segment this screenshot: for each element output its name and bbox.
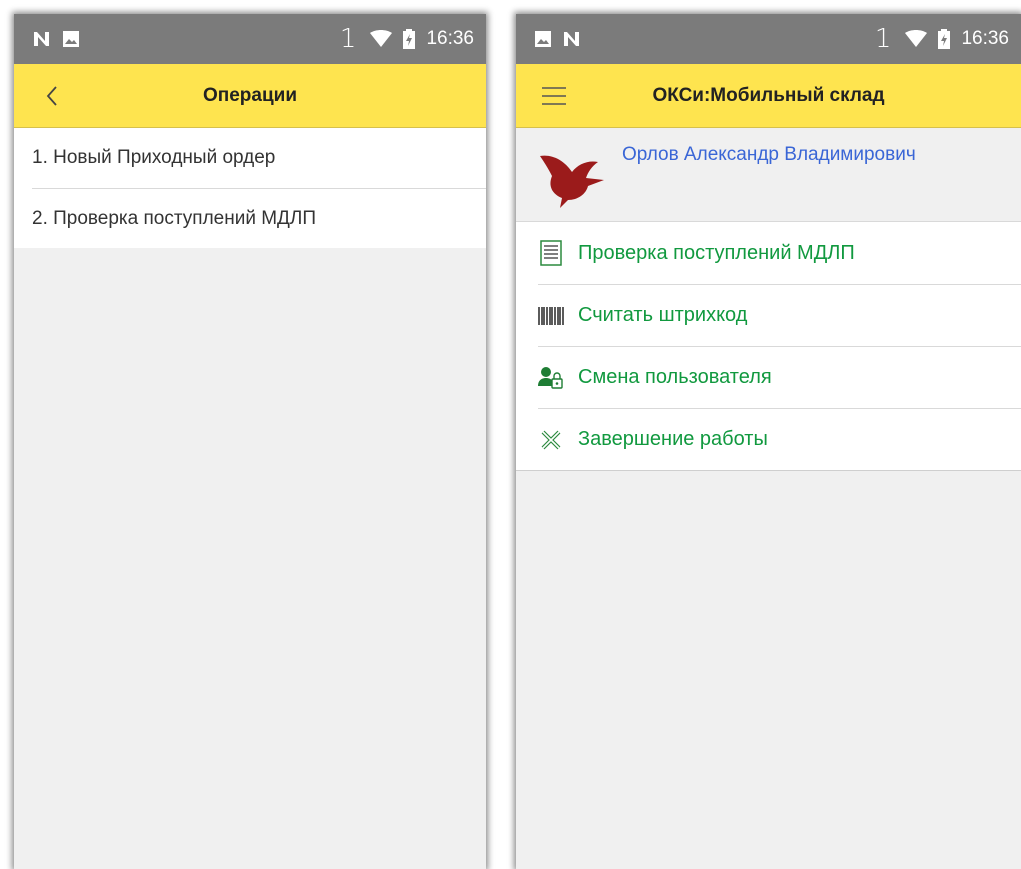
battery-icon xyxy=(938,29,951,49)
n-notification-icon xyxy=(564,32,579,46)
menu-item-check-mdlp[interactable]: Проверка поступлений МДЛП xyxy=(538,222,1021,284)
n-notification-icon xyxy=(34,32,49,46)
app-bar: Операции xyxy=(14,64,486,128)
menu-item-exit[interactable]: Завершение работы xyxy=(538,408,1021,470)
page-title: Операции xyxy=(202,84,298,106)
main-menu-screen: 1 16:36 ОКСи:Мобильный склад Орлов Алекс… xyxy=(516,14,1021,869)
list-item-new-receipt-order[interactable]: 1. Новый Приходный ордер xyxy=(32,128,486,188)
list-item-check-mdlp[interactable]: 2. Проверка поступлений МДЛП xyxy=(32,188,486,248)
menu-item-label: Проверка поступлений МДЛП xyxy=(578,241,855,264)
signal-number: 1 xyxy=(339,24,357,54)
menu-item-label: Считать штрихкод xyxy=(578,304,748,326)
status-bar: 1 16:36 xyxy=(516,14,1021,64)
bird-logo-icon xyxy=(540,155,604,208)
app-bar: ОКСи:Мобильный склад xyxy=(516,64,1021,128)
wifi-icon xyxy=(905,30,928,47)
close-icon xyxy=(538,427,564,453)
menu-item-scan-barcode[interactable]: Считать штрихкод xyxy=(538,284,1021,346)
menu-item-label: Смена пользователя xyxy=(578,366,772,388)
wifi-icon xyxy=(370,30,393,47)
status-bar: 1 16:36 xyxy=(14,14,486,64)
document-icon xyxy=(538,240,564,266)
battery-icon xyxy=(403,29,416,49)
image-notification-icon xyxy=(535,31,551,47)
main-menu: Проверка поступлений МДЛП Считать штрихк… xyxy=(516,222,1021,471)
menu-item-label: Завершение работы xyxy=(578,428,768,450)
page-title: ОКСи:Мобильный склад xyxy=(652,84,885,106)
menu-item-change-user[interactable]: Смена пользователя xyxy=(538,346,1021,408)
operations-screen: 1 16:36 Операции 1. Новый Приходный орде… xyxy=(14,14,486,869)
user-name[interactable]: Орлов Александр Владимирович xyxy=(622,144,916,166)
status-time: 16:36 xyxy=(426,28,474,49)
image-notification-icon xyxy=(63,31,79,47)
barcode-icon xyxy=(538,303,564,329)
status-time: 16:36 xyxy=(961,28,1009,49)
signal-number: 1 xyxy=(874,24,892,54)
user-profile: Орлов Александр Владимирович xyxy=(516,128,1021,222)
operations-list: 1. Новый Приходный ордер 2. Проверка пос… xyxy=(14,128,486,248)
user-lock-icon xyxy=(538,365,564,391)
